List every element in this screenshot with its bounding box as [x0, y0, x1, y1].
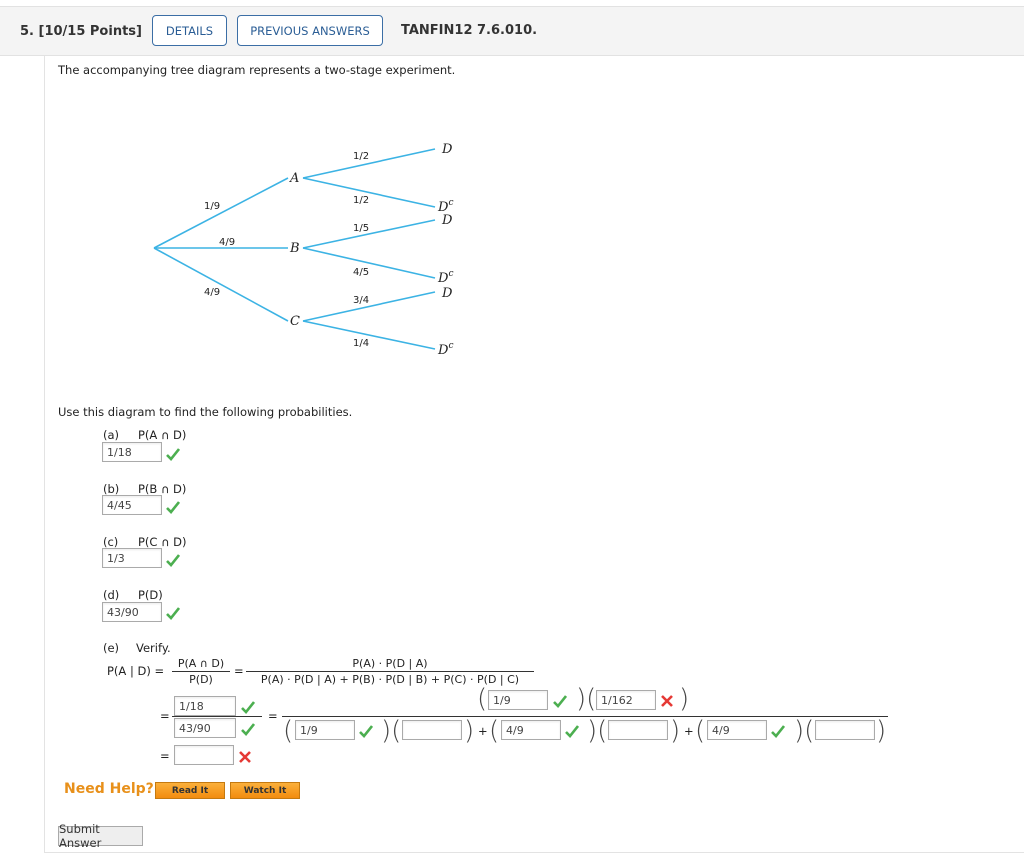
paren-close-open: )(	[587, 716, 608, 746]
need-help-label: Need Help?	[64, 781, 154, 797]
divider	[44, 852, 1024, 853]
prob-b-dc: 4/5	[353, 267, 369, 278]
final-answer-input[interactable]	[174, 745, 234, 765]
prob-a-dc: 1/2	[353, 195, 369, 206]
fraction-bar	[246, 671, 534, 672]
rhs-den-pdc-input[interactable]	[815, 720, 875, 740]
fraction-bar	[172, 716, 262, 717]
answer-input-d[interactable]: 43/90	[102, 602, 162, 622]
prob-b: 4/9	[219, 237, 235, 248]
correct-check-icon	[241, 723, 255, 736]
rhs-den-pb-input[interactable]: 4/9	[501, 720, 561, 740]
rhs-den-pa-input[interactable]: 1/9	[295, 720, 355, 740]
rhs-den-pdb-input[interactable]	[608, 720, 668, 740]
fraction1-denominator: P(D)	[189, 673, 213, 686]
read-it-button[interactable]: Read It	[155, 782, 225, 799]
part-c-expression: P(C ∩ D)	[138, 535, 187, 549]
answer-input-a[interactable]: 1/18	[102, 442, 162, 462]
correct-check-icon	[553, 695, 567, 708]
paren-close: )	[679, 684, 690, 714]
bayes-lhs: P(A | D) =	[107, 664, 165, 678]
branch-root-c	[153, 247, 289, 322]
plus-sign: +	[478, 724, 488, 738]
rhs-num-pda-input[interactable]: 1/162	[596, 690, 656, 710]
part-a-label: (a)	[103, 428, 120, 442]
correct-check-icon	[166, 607, 180, 620]
prob-c: 4/9	[204, 287, 220, 298]
denominator-input[interactable]: 43/90	[174, 718, 236, 738]
part-a-expression: P(A ∩ D)	[138, 428, 187, 442]
node-b: B	[289, 241, 300, 256]
plus-sign: +	[684, 724, 694, 738]
submit-answer-button[interactable]: Submit Answer	[58, 822, 143, 850]
paren-close: )	[670, 716, 681, 746]
question-id: TANFIN12 7.6.010.	[401, 23, 538, 38]
node-c: C	[290, 314, 300, 329]
outcome-a-d: D	[441, 142, 453, 157]
equals-sign: =	[234, 664, 244, 678]
fraction1-numerator: P(A ∩ D)	[177, 657, 225, 670]
instruction-text: Use this diagram to find the following p…	[58, 405, 353, 419]
incorrect-x-icon	[239, 751, 251, 763]
prob-a: 1/9	[204, 201, 220, 212]
part-c-label: (c)	[103, 535, 119, 549]
node-a: A	[289, 171, 299, 186]
fraction2-numerator: P(A) · P(D | A)	[352, 657, 428, 670]
prob-b-d: 1/5	[353, 223, 369, 234]
paren-close-open: )(	[381, 716, 402, 746]
part-b-expression: P(B ∩ D)	[138, 482, 187, 496]
equals-sign: =	[268, 709, 278, 723]
previous-answers-button[interactable]: PREVIOUS ANSWERS	[237, 15, 383, 46]
question-number: 5. [10/15 Points]	[20, 24, 142, 39]
correct-check-icon	[565, 725, 579, 738]
paren-close-open: )(	[794, 716, 815, 746]
answer-input-b[interactable]: 4/45	[102, 495, 162, 515]
incorrect-x-icon	[661, 695, 673, 707]
correct-check-icon	[771, 725, 785, 738]
paren-open: (	[489, 716, 500, 746]
paren-open: (	[695, 716, 706, 746]
part-e-verify: Verify.	[136, 641, 171, 655]
equals-sign: =	[160, 749, 170, 763]
prob-c-d: 3/4	[353, 295, 369, 306]
equals-sign: =	[160, 709, 170, 723]
outcome-b-dc: Dc	[437, 269, 453, 286]
paren-open: (	[477, 684, 488, 714]
correct-check-icon	[359, 725, 373, 738]
rhs-num-pa-input[interactable]: 1/9	[488, 690, 548, 710]
part-d-label: (d)	[103, 588, 120, 602]
prob-a-d: 1/2	[353, 151, 369, 162]
watch-it-button[interactable]: Watch It	[230, 782, 300, 799]
correct-check-icon	[241, 701, 255, 714]
tree-diagram: 1/9 4/9 4/9 A B C 1/2 1/2 1/5 4/5 3/4 1/…	[153, 142, 453, 358]
correct-check-icon	[166, 554, 180, 567]
outcome-c-dc: Dc	[437, 341, 453, 358]
details-button[interactable]: DETAILS	[152, 15, 227, 46]
prob-c-dc: 1/4	[353, 338, 369, 349]
part-b-label: (b)	[103, 482, 120, 496]
rhs-den-pda-input[interactable]	[402, 720, 462, 740]
part-d-expression: P(D)	[138, 588, 163, 602]
fraction2-denominator: P(A) · P(D | A) + P(B) · P(D | B) + P(C)…	[260, 673, 520, 686]
outcome-c-d: D	[441, 286, 453, 301]
paren-close: )	[464, 716, 475, 746]
paren-close: )	[876, 716, 887, 746]
paren-close-open: )(	[576, 684, 597, 714]
rhs-den-pc-input[interactable]: 4/9	[707, 720, 767, 740]
numerator-input[interactable]: 1/18	[174, 696, 236, 716]
part-e-label: (e)	[103, 641, 120, 655]
correct-check-icon	[166, 501, 180, 514]
paren-open: (	[283, 716, 294, 746]
outcome-b-d: D	[441, 213, 453, 228]
fraction-bar	[172, 671, 230, 672]
answer-input-c[interactable]: 1/3	[102, 548, 162, 568]
problem-statement: The accompanying tree diagram represents…	[58, 63, 456, 77]
correct-check-icon	[166, 448, 180, 461]
